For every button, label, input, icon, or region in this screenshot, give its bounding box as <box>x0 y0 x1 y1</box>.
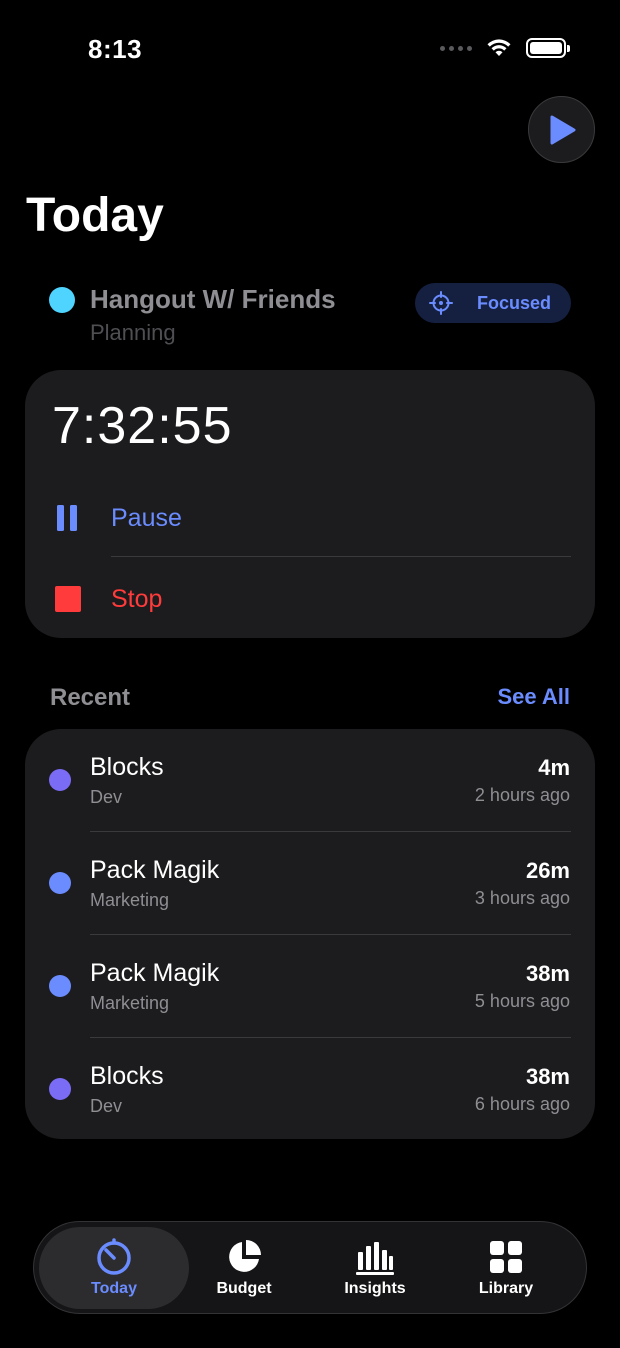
wifi-icon <box>487 39 511 56</box>
tab-today[interactable]: Today <box>39 1227 189 1309</box>
list-item[interactable]: Pack Magik Marketing 38m 5 hours ago <box>25 935 595 1038</box>
activity-category: Dev <box>90 1096 123 1116</box>
activity-duration: 38m <box>525 961 570 986</box>
activity-title: Pack Magik <box>90 959 220 987</box>
bar-chart-icon <box>356 1242 394 1275</box>
tab-budget[interactable]: Budget <box>179 1227 309 1309</box>
tab-label: Today <box>91 1280 137 1297</box>
battery-icon <box>526 38 570 58</box>
activity-time-ago: 5 hours ago <box>474 991 570 1011</box>
stop-button[interactable]: Stop <box>25 569 595 629</box>
play-icon <box>550 115 575 144</box>
current-activity-color-dot <box>49 287 75 313</box>
activity-title: Blocks <box>90 753 164 781</box>
tab-bar: Today Budget Insights Library <box>33 1221 587 1314</box>
activity-title: Pack Magik <box>90 856 220 884</box>
activity-duration: 4m <box>538 755 570 780</box>
crosshair-icon <box>429 291 453 315</box>
start-timer-button[interactable] <box>528 96 595 163</box>
cellular-signal-icon <box>440 45 472 51</box>
pause-label: Pause <box>111 503 182 532</box>
activity-time-ago: 6 hours ago <box>474 1094 570 1114</box>
focused-label: Focused <box>477 292 552 313</box>
list-item[interactable]: Blocks Dev 4m 2 hours ago <box>25 729 595 832</box>
divider <box>111 556 571 557</box>
today-screen: 8:13 Today Hangout W/ Friends Planning F… <box>0 0 620 1348</box>
elapsed-time: 7:32:55 <box>52 397 233 455</box>
grid-icon <box>490 1241 522 1273</box>
activity-color-dot <box>49 872 71 894</box>
status-time: 8:13 <box>88 34 143 64</box>
pause-icon <box>57 505 77 531</box>
focused-toggle-button[interactable]: Focused <box>415 283 571 323</box>
list-item[interactable]: Pack Magik Marketing 26m 3 hours ago <box>25 832 595 935</box>
tab-library[interactable]: Library <box>441 1227 571 1309</box>
current-activity-category: Planning <box>90 320 176 345</box>
tab-label: Library <box>478 1280 534 1297</box>
recent-section-title: Recent <box>50 684 131 711</box>
tab-label: Budget <box>216 1280 272 1297</box>
current-activity-title[interactable]: Hangout W/ Friends <box>90 284 336 315</box>
recent-list: Blocks Dev 4m 2 hours ago Pack Magik Mar… <box>25 729 595 1139</box>
activity-duration: 38m <box>525 1064 570 1089</box>
pie-chart-icon <box>229 1240 261 1272</box>
activity-category: Marketing <box>90 993 170 1013</box>
stop-icon <box>55 586 81 612</box>
page-title: Today <box>26 189 164 242</box>
timer-card: 7:32:55 Pause Stop <box>25 370 595 638</box>
list-item[interactable]: Blocks Dev 38m 6 hours ago <box>25 1038 595 1139</box>
pause-button[interactable]: Pause <box>25 488 595 548</box>
activity-category: Marketing <box>90 890 170 910</box>
activity-color-dot <box>49 769 71 791</box>
activity-color-dot <box>49 975 71 997</box>
activity-duration: 26m <box>525 858 570 883</box>
see-all-link[interactable]: See All <box>497 684 570 710</box>
tab-label: Insights <box>344 1280 406 1297</box>
activity-time-ago: 2 hours ago <box>474 785 570 805</box>
activity-category: Dev <box>90 787 123 807</box>
stop-label: Stop <box>111 584 163 613</box>
timer-icon <box>97 1238 131 1275</box>
activity-color-dot <box>49 1078 71 1100</box>
status-icons <box>440 38 570 58</box>
activity-title: Blocks <box>90 1062 164 1090</box>
tab-insights[interactable]: Insights <box>310 1227 440 1309</box>
activity-time-ago: 3 hours ago <box>474 888 570 908</box>
